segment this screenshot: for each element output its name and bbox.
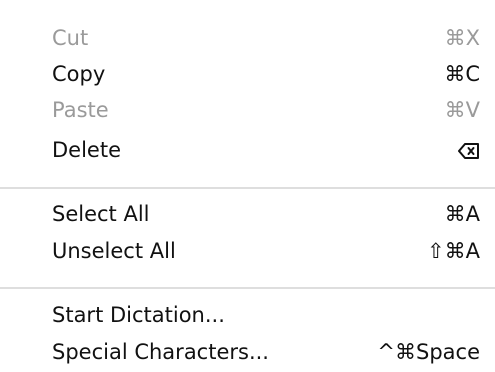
menu-item-paste[interactable]: Paste ⌘V	[0, 90, 495, 130]
backspace-icon	[458, 133, 480, 173]
menu-separator	[0, 187, 495, 189]
edit-context-menu: Cut ⌘X Copy ⌘C Paste ⌘V Delete Select Al…	[0, 0, 495, 372]
menu-item-label: Cut	[52, 26, 89, 50]
menu-item-label: Select All	[52, 202, 150, 226]
menu-item-shortcut: ⌘C	[444, 62, 480, 86]
menu-item-copy[interactable]: Copy ⌘C	[0, 54, 495, 94]
menu-separator	[0, 287, 495, 289]
menu-item-start-dictation[interactable]: Start Dictation...	[0, 295, 495, 335]
menu-item-shortcut	[458, 130, 480, 170]
menu-item-label: Copy	[52, 62, 106, 86]
menu-item-shortcut: ⌘A	[444, 202, 480, 226]
menu-item-label: Unselect All	[52, 239, 176, 263]
menu-item-special-characters[interactable]: Special Characters... ^⌘Space	[0, 332, 495, 372]
menu-item-label: Delete	[52, 138, 121, 162]
menu-item-cut[interactable]: Cut ⌘X	[0, 18, 495, 58]
menu-item-shortcut: ⌘X	[444, 26, 480, 50]
menu-item-label: Start Dictation...	[52, 303, 225, 327]
menu-item-label: Special Characters...	[52, 340, 269, 364]
menu-item-select-all[interactable]: Select All ⌘A	[0, 194, 495, 234]
menu-item-shortcut: ⌘V	[444, 98, 480, 122]
menu-item-shortcut: ^⌘Space	[377, 340, 480, 364]
menu-item-unselect-all[interactable]: Unselect All ⇧⌘A	[0, 231, 495, 271]
menu-item-shortcut: ⇧⌘A	[427, 239, 480, 263]
menu-item-delete[interactable]: Delete	[0, 130, 495, 170]
menu-item-label: Paste	[52, 98, 109, 122]
